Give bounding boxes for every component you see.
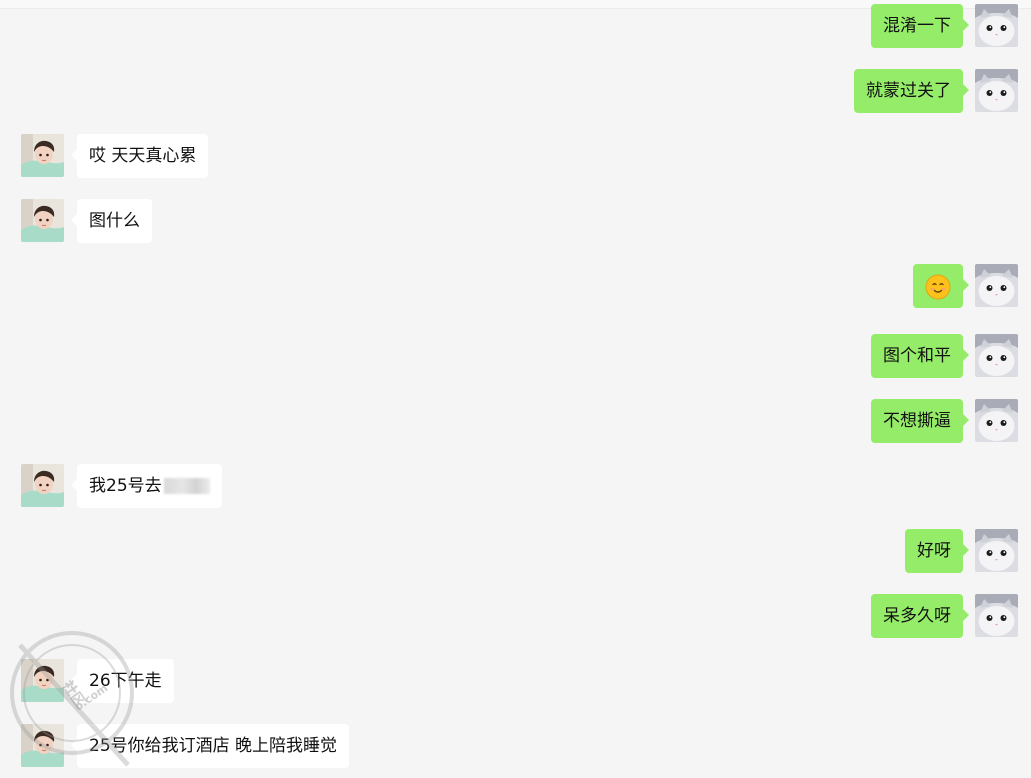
sent-message: 呆多久呀 — [0, 594, 1031, 638]
message-text: 呆多久呀 — [883, 606, 951, 626]
bubble-tail — [71, 214, 77, 226]
redacted-text-blur — [163, 478, 210, 494]
bubble-tail — [963, 279, 969, 291]
child-avatar[interactable] — [21, 464, 64, 507]
bubble-tail — [963, 414, 969, 426]
message-text: 不想撕逼 — [883, 411, 951, 431]
message-text: 图什么 — [89, 211, 140, 231]
message-text: 25号你给我订酒店 晚上陪我睡觉 — [89, 736, 338, 756]
cat-avatar[interactable] — [975, 69, 1018, 112]
bubble-tail — [71, 674, 77, 686]
message-bubble[interactable]: 好呀 — [905, 529, 969, 573]
bubble-tail — [71, 739, 77, 751]
cat-avatar[interactable] — [975, 594, 1018, 637]
message-text: 我25号去 — [89, 476, 162, 496]
bubble-tail — [963, 609, 969, 621]
message-text: 图个和平 — [883, 346, 951, 366]
message-text: 混淆一下 — [883, 16, 951, 36]
received-message: 25号你给我订酒店 晚上陪我睡觉 — [0, 724, 1031, 768]
child-avatar[interactable] — [21, 724, 64, 767]
message-text: 就蒙过关了 — [866, 81, 951, 101]
cat-avatar[interactable] — [975, 529, 1018, 572]
message-bubble[interactable] — [913, 264, 969, 308]
message-bubble[interactable]: 26下午走 — [71, 659, 174, 703]
child-avatar[interactable] — [21, 134, 64, 177]
sent-message: 不想撕逼 — [0, 399, 1031, 443]
cat-avatar[interactable] — [975, 399, 1018, 442]
child-avatar[interactable] — [21, 659, 64, 702]
received-message: 我25号去 — [0, 464, 1031, 508]
bubble-tail — [963, 84, 969, 96]
cat-avatar[interactable] — [975, 264, 1018, 307]
message-bubble[interactable]: 混淆一下 — [871, 4, 969, 48]
message-bubble[interactable]: 图个和平 — [871, 334, 969, 378]
message-text: 哎 天天真心累 — [89, 146, 197, 166]
bubble-tail — [963, 19, 969, 31]
message-text: 好呀 — [917, 541, 951, 561]
message-bubble[interactable]: 25号你给我订酒店 晚上陪我睡觉 — [71, 724, 350, 768]
sent-message — [0, 264, 1031, 308]
message-bubble[interactable]: 就蒙过关了 — [854, 69, 969, 113]
smiling-face-emoji-icon — [925, 273, 951, 300]
message-text: 26下午走 — [89, 671, 162, 691]
cat-avatar[interactable] — [975, 4, 1018, 47]
message-bubble[interactable]: 呆多久呀 — [871, 594, 969, 638]
message-bubble[interactable]: 哎 天天真心累 — [71, 134, 209, 178]
sent-message: 图个和平 — [0, 334, 1031, 378]
bubble-tail — [71, 479, 77, 491]
message-bubble[interactable]: 图什么 — [71, 199, 152, 243]
cat-avatar[interactable] — [975, 334, 1018, 377]
bubble-tail — [71, 149, 77, 161]
child-avatar[interactable] — [21, 199, 64, 242]
sent-message: 好呀 — [0, 529, 1031, 573]
message-bubble[interactable]: 不想撕逼 — [871, 399, 969, 443]
received-message: 26下午走 — [0, 659, 1031, 703]
received-message: 图什么 — [0, 199, 1031, 243]
message-bubble[interactable]: 我25号去 — [71, 464, 222, 508]
sent-message: 就蒙过关了 — [0, 69, 1031, 113]
received-message: 哎 天天真心累 — [0, 134, 1031, 178]
bubble-tail — [963, 349, 969, 361]
sent-message: 混淆一下 — [0, 4, 1031, 48]
bubble-tail — [963, 544, 969, 556]
